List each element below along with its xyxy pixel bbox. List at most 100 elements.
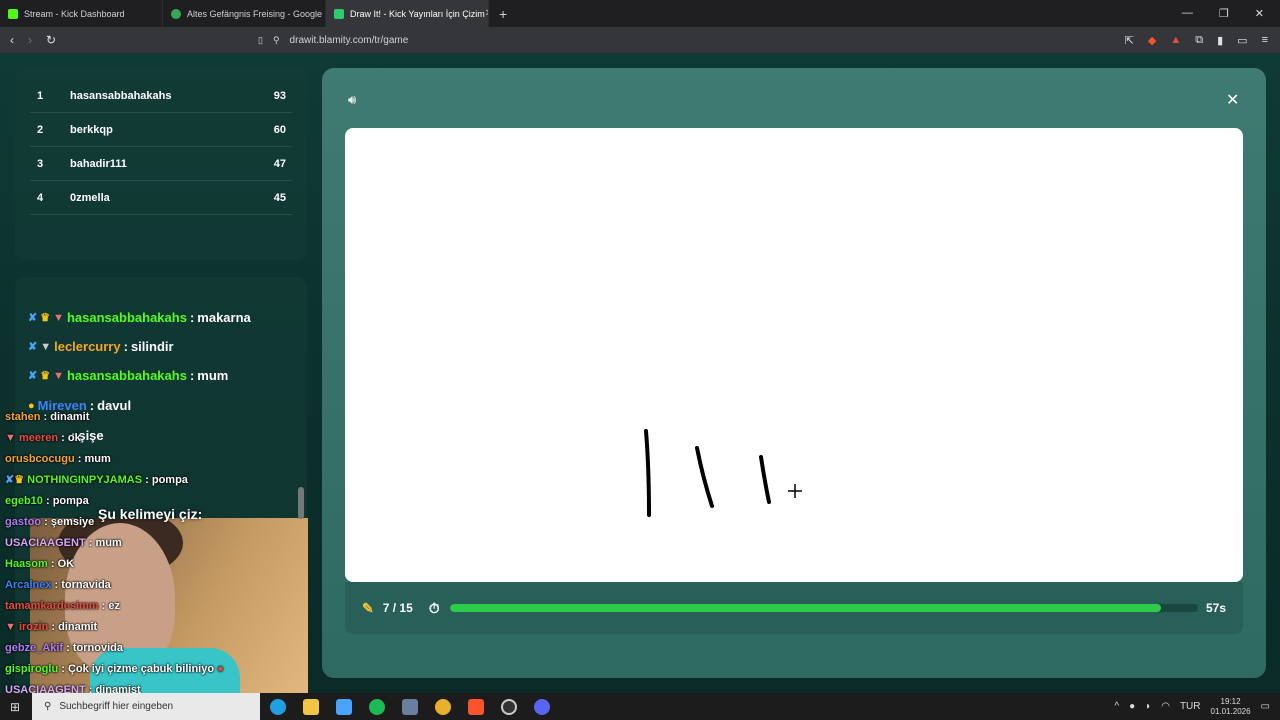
language-indicator[interactable]: TUR	[1180, 701, 1201, 712]
rank: 3	[37, 157, 44, 170]
clock[interactable]: 19:12 01.01.2026	[1211, 697, 1251, 717]
close-tab-icon[interactable]: ✕	[485, 8, 488, 19]
window-close-icon[interactable]: ✕	[1255, 7, 1264, 20]
player-name: berkkqp	[70, 123, 113, 136]
chat-user: stahen	[5, 411, 41, 423]
drawit-icon	[334, 8, 344, 19]
mic-icon[interactable]: ●	[1129, 701, 1135, 712]
notification-icon[interactable]: ▭	[1261, 701, 1270, 712]
store-icon[interactable]	[336, 698, 352, 715]
restore-icon[interactable]: ❐	[1219, 7, 1229, 20]
guess-user: hasansabbahakahs	[66, 310, 187, 325]
game-status-bar: ✎ 7 / 15 ⏱︎ 57s	[345, 582, 1243, 634]
cup-icon: ▼	[5, 432, 16, 444]
time-progress-bar	[449, 604, 1198, 612]
score: 60	[273, 123, 286, 136]
network-icon[interactable]: ◠	[1161, 701, 1170, 712]
tab-kick-dashboard[interactable]: Stream - Kick Dashboard	[0, 0, 163, 27]
extensions-area: ⇱ ◆ ▲ ⧉ ▮ ▭ ≡	[1125, 34, 1280, 47]
extensions-icon[interactable]: ⧉	[1195, 34, 1203, 47]
leaderboard-row: 2 berkkqp 60	[30, 113, 292, 147]
drawing-canvas[interactable]	[345, 128, 1243, 582]
taskbar-apps	[270, 693, 550, 720]
chat-message: tornovida	[72, 642, 123, 654]
taskbar-search[interactable]: ⚲ Suchbegriff hier eingeben	[32, 693, 260, 720]
chat-user: gastoo	[5, 516, 42, 528]
cup-icon: ▼	[5, 621, 16, 633]
spotify-icon[interactable]	[369, 698, 385, 715]
brave-icon[interactable]	[468, 698, 484, 715]
close-game-icon[interactable]: ✕	[1226, 90, 1239, 110]
url-bar[interactable]: ▯ ⚲ drawit.blamity.com/tr/game	[250, 30, 990, 50]
chat-line: stahen : dinamit	[5, 411, 90, 423]
file-explorer-icon[interactable]	[303, 698, 319, 715]
guess-user: hasansabbahakahs	[66, 368, 187, 383]
tab-google-maps[interactable]: Altes Gefängnis Freising - Google Ha	[163, 0, 326, 27]
guess-line: ✘ ▼ leclercurry: silindir	[28, 339, 174, 354]
score: 47	[273, 157, 286, 170]
sword-icon: ✘	[28, 341, 38, 353]
cup-icon: ▼	[53, 369, 64, 382]
chat-line: gastoo : şemsiye	[5, 516, 95, 528]
chat-line: tamamkardesimm : ez	[5, 600, 120, 612]
obs-icon[interactable]	[501, 698, 517, 715]
chat-user: Haasom	[5, 558, 48, 570]
sword-icon: ✘	[28, 370, 38, 382]
chat-user: egeb10	[5, 495, 43, 507]
url-text: drawit.blamity.com/tr/game	[289, 34, 409, 46]
chat-user: gebze_Akif	[5, 642, 64, 654]
menu-icon[interactable]: ≡	[1262, 34, 1268, 47]
nav-buttons: ‹ › ↻	[0, 33, 250, 47]
wallet-icon[interactable]: ▭	[1237, 34, 1247, 47]
chat-message: ok	[67, 432, 81, 444]
maps-pin-icon	[171, 8, 181, 19]
minimize-icon[interactable]: —	[1182, 7, 1193, 20]
chat-line: egeb10 : pompa	[5, 495, 89, 507]
player-name: bahadir111	[70, 157, 127, 170]
pencil-icon: ✎	[362, 599, 374, 616]
reload-icon[interactable]: ↻	[46, 33, 56, 47]
windows-start-icon[interactable]: ⊞	[10, 700, 20, 714]
chevron-up-icon[interactable]: ^	[1114, 701, 1119, 712]
chat-line: ▼ irozin : dinamit	[5, 621, 98, 633]
cup-icon: ▼	[53, 311, 64, 324]
site-info-icon[interactable]: ⚲	[273, 35, 280, 46]
stream-chat-overlay: stahen : dinamit ▼ meeren : ok orusbcocu…	[0, 409, 300, 703]
leaderboard-row: 3 bahadir111 47	[30, 147, 292, 181]
chat-message: mum	[84, 453, 111, 465]
chat-line: gebze_Akif : tornovida	[5, 642, 123, 654]
cup-icon: ▼	[40, 340, 52, 353]
round-counter: 7 / 15	[382, 601, 413, 615]
chat-message: dinamit	[50, 411, 90, 423]
chat-line: USACIAAGENT : mum	[5, 537, 122, 549]
chat-user: irozin	[18, 621, 49, 633]
discord-icon[interactable]	[534, 698, 550, 715]
bookmark-icon[interactable]: ▯	[258, 35, 263, 46]
score: 45	[273, 191, 286, 204]
back-icon[interactable]: ‹	[10, 33, 14, 47]
tab-draw-it[interactable]: Draw It! - Kick Yayınları İçin Çizim ✕	[326, 0, 489, 27]
sword-icon: ✘	[28, 312, 38, 324]
tab-title: Stream - Kick Dashboard	[24, 8, 125, 19]
time-progress-fill	[449, 604, 1161, 612]
share-icon[interactable]: ⇱	[1125, 34, 1134, 47]
sound-toggle-icon[interactable]: 🔊︎	[348, 92, 356, 108]
sidebar-icon[interactable]: ▮	[1217, 34, 1223, 47]
edge-icon[interactable]	[270, 698, 286, 715]
browser-tab-bar: Stream - Kick Dashboard Altes Gefängnis …	[0, 0, 1280, 27]
new-tab-button[interactable]: +	[499, 6, 507, 22]
volume-icon[interactable]: ◗	[1145, 701, 1151, 712]
chrome-icon[interactable]	[435, 698, 451, 715]
score: 93	[273, 89, 286, 102]
drawing-strokes	[644, 429, 802, 517]
forward-icon[interactable]: ›	[28, 33, 32, 47]
chat-message: şemsiye	[50, 516, 95, 528]
chat-user: orusbcocugu	[5, 453, 75, 465]
brave-shield-icon[interactable]: ◆	[1148, 34, 1156, 47]
rank: 1	[37, 89, 44, 102]
chat-user: Arcalnex	[5, 579, 52, 591]
calculator-icon[interactable]	[402, 698, 418, 715]
time-left: 57s	[1205, 601, 1226, 615]
chat-message: OK	[57, 558, 75, 570]
rewards-icon[interactable]: ▲	[1170, 34, 1181, 47]
